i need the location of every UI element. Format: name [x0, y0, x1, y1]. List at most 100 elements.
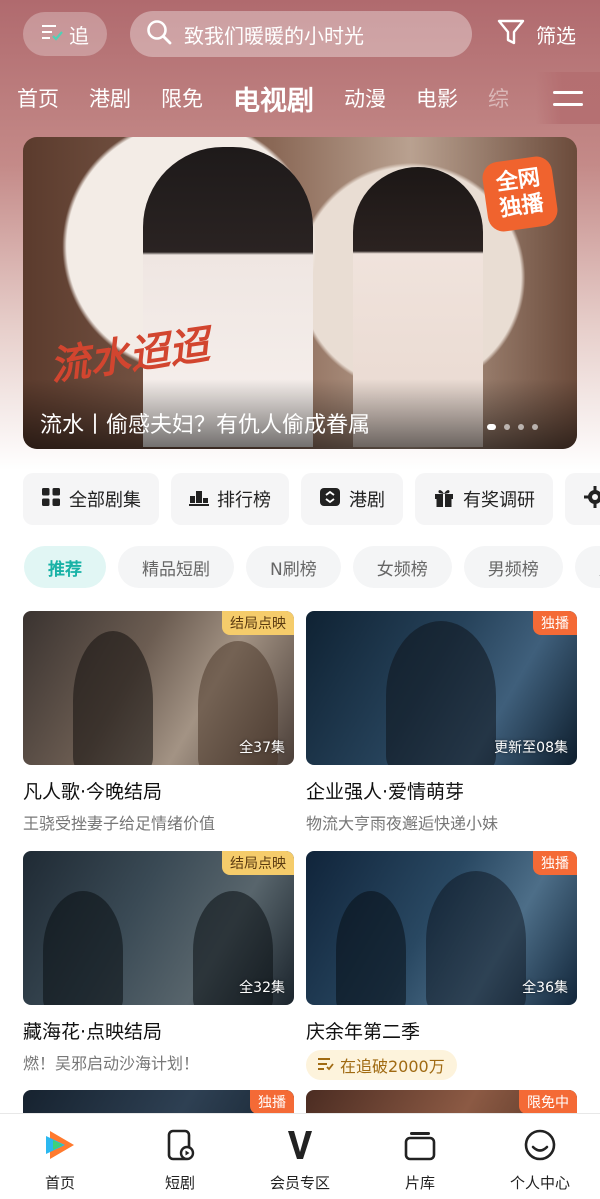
- video-card[interactable]: 独播 全36集 庆余年第二季 在追破2000万: [306, 851, 577, 1080]
- card-tag: 独播: [250, 1090, 294, 1114]
- tabbar-label: 会员专区: [269, 1174, 330, 1192]
- card-tag: 独播: [533, 611, 577, 635]
- pagination-dot: [504, 424, 510, 430]
- card-subtitle: 燃！吴邪启动沙海计划！: [23, 1054, 200, 1073]
- search-input[interactable]: 致我们暖暖的小时光: [130, 11, 472, 57]
- pagination-dot-active: [487, 424, 496, 430]
- filter-label: 筛选: [536, 23, 576, 48]
- quick-entry-hk-drama[interactable]: 港剧: [301, 473, 403, 525]
- video-thumbnail: 独播 更新至08集: [306, 611, 577, 765]
- tabbar-profile[interactable]: 个人中心: [485, 1128, 595, 1193]
- channel-menu-button[interactable]: [536, 72, 600, 124]
- video-card[interactable]: 独播: [23, 1090, 294, 1114]
- card-tag: 独播: [533, 851, 577, 875]
- search-icon: [146, 19, 172, 49]
- video-thumbnail: 独播 全36集: [306, 851, 577, 1005]
- menu-line: [553, 90, 583, 94]
- gear-icon: [583, 485, 600, 514]
- tab-home[interactable]: 首页: [17, 83, 59, 113]
- video-card[interactable]: 独播 更新至08集 企业强人·爱情萌芽 物流大亨雨夜邂逅快递小妹: [306, 611, 577, 834]
- video-card[interactable]: 结局点映 全37集 凡人歌·今晚结局 王骁受挫妻子给足情绪价值: [23, 611, 294, 834]
- card-subtitle: 王骁受挫妻子给足情绪价值: [23, 814, 216, 833]
- tab-free[interactable]: 限免: [161, 83, 203, 113]
- menu-line: [553, 102, 583, 106]
- chip-recommend[interactable]: 推荐: [24, 546, 106, 588]
- gift-icon: [433, 486, 455, 513]
- tab-movie[interactable]: 电影: [416, 83, 458, 113]
- card-tag: 结局点映: [222, 611, 294, 635]
- quick-entry-all-series[interactable]: 全部剧集: [23, 473, 159, 525]
- card-title: 藏海花·点映结局: [23, 1021, 163, 1043]
- tabbar-library[interactable]: 片库: [365, 1128, 475, 1193]
- badge-line2: 独播: [498, 190, 546, 222]
- tab-hk-drama[interactable]: 港剧: [89, 83, 131, 113]
- search-placeholder: 致我们暖暖的小时光: [184, 23, 364, 48]
- quick-entry-label: 全部剧集: [69, 490, 141, 511]
- hero-banner[interactable]: 流水迢迢 全网 独播 流水丨偷感夫妇？有仇人偷成眷属: [23, 137, 577, 449]
- trending-text: 在追破2000万: [340, 1057, 445, 1076]
- hk-icon: [319, 487, 341, 512]
- thumbnail-figure: [426, 871, 526, 1005]
- vip-v-icon: [283, 1128, 317, 1166]
- tab-anime[interactable]: 动漫: [344, 83, 386, 113]
- card-tag: 结局点映: [222, 851, 294, 875]
- podium-icon: [189, 487, 209, 512]
- thumbnail-figure: [73, 631, 153, 765]
- tab-tv-series[interactable]: 电视剧: [233, 79, 314, 118]
- chip-short-drama[interactable]: 精品短剧: [118, 546, 234, 588]
- card-title: 凡人歌·今晚结局: [23, 781, 163, 803]
- video-thumbnail: 限免中: [306, 1090, 577, 1114]
- quick-entry-ranking[interactable]: 排行榜: [171, 473, 289, 525]
- channel-tabs: 首页 港剧 限免 电视剧 动漫 电影 综: [0, 72, 600, 124]
- short-video-icon: [163, 1128, 197, 1166]
- profile-icon: [523, 1128, 557, 1166]
- video-card[interactable]: 结局点映 全32集 藏海花·点映结局 燃！吴邪启动沙海计划！: [23, 851, 294, 1074]
- thumbnail-figure: [336, 891, 406, 1005]
- thumbnail-figure: [386, 621, 496, 765]
- episode-count: 全36集: [522, 980, 568, 996]
- tabbar-vip[interactable]: 会员专区: [245, 1128, 355, 1193]
- top-header: 追 致我们暖暖的小时光 筛选: [0, 0, 600, 70]
- video-thumbnail: 结局点映 全37集: [23, 611, 294, 765]
- grid-icon: [41, 487, 61, 512]
- filter-icon: [496, 17, 526, 52]
- quick-entry-label: 港剧: [349, 490, 385, 511]
- filter-button[interactable]: 筛选: [496, 14, 576, 54]
- chip-rewatch-rank[interactable]: N刷榜: [246, 546, 341, 588]
- chip-male-rank[interactable]: 男频榜: [463, 546, 563, 588]
- card-tag: 限免中: [519, 1090, 577, 1114]
- card-title: 企业强人·爱情萌芽: [306, 781, 465, 803]
- banner-pagination: [487, 424, 538, 430]
- card-title: 庆余年第二季: [306, 1021, 421, 1043]
- video-card[interactable]: 限免中: [306, 1090, 577, 1114]
- chip-female-rank[interactable]: 女频榜: [352, 546, 452, 588]
- follow-label: 追: [69, 23, 89, 48]
- trending-pill: 在追破2000万: [306, 1050, 457, 1080]
- episode-count: 更新至08集: [494, 740, 568, 756]
- quick-entry-survey[interactable]: 有奖调研: [415, 473, 553, 525]
- tabbar-home[interactable]: 首页: [5, 1128, 115, 1193]
- bottom-tab-bar: 首页 短剧 会员专区 片库 个人中心: [0, 1113, 600, 1199]
- tabbar-short-drama[interactable]: 短剧: [125, 1128, 235, 1193]
- exclusive-badge: 全网 独播: [480, 154, 560, 234]
- quick-entry-label: 有奖调研: [463, 490, 535, 511]
- tabbar-label: 个人中心: [509, 1174, 570, 1192]
- pagination-dot: [532, 424, 538, 430]
- chip-more[interactable]: 爱: [574, 546, 600, 588]
- follow-button[interactable]: 追: [23, 12, 107, 56]
- banner-title: 流水丨偷感夫妇？有仇人偷成眷属: [40, 413, 371, 438]
- episode-count: 全32集: [239, 980, 285, 996]
- tab-variety[interactable]: 综: [488, 83, 509, 113]
- home-play-icon: [43, 1128, 77, 1166]
- filter-chip-row: 推荐 精品短剧 N刷榜 女频榜 男频榜 爱: [24, 546, 600, 588]
- tabbar-label: 短剧: [164, 1174, 195, 1192]
- library-icon: [403, 1128, 437, 1166]
- quick-entry-label: 排行榜: [217, 490, 271, 511]
- card-subtitle: 物流大亨雨夜邂逅快递小妹: [306, 814, 499, 833]
- tabbar-label: 首页: [44, 1174, 75, 1192]
- tabbar-label: 片库: [404, 1174, 435, 1192]
- pagination-dot: [518, 424, 524, 430]
- follow-list-icon: [41, 22, 63, 47]
- quick-entry-more[interactable]: 山: [565, 473, 600, 525]
- episode-count: 全37集: [239, 740, 285, 756]
